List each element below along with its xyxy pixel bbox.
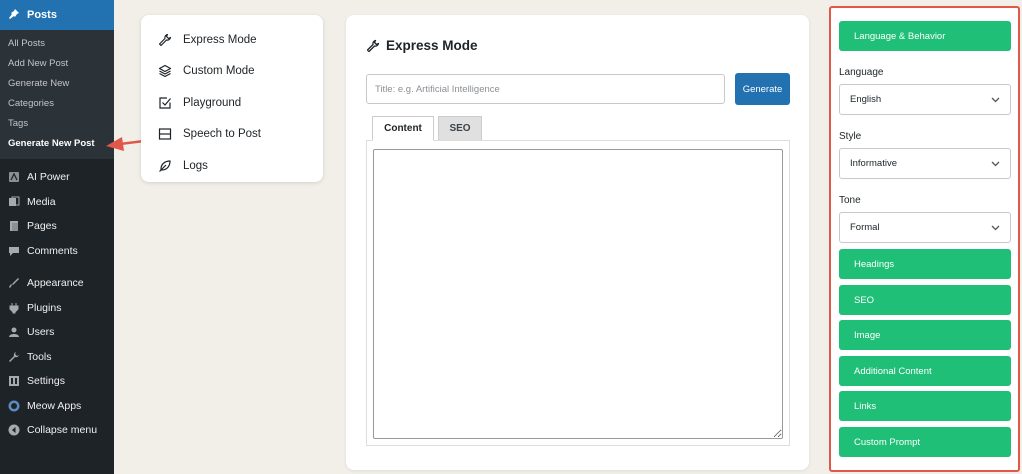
mode-custom[interactable]: Custom Mode	[141, 56, 323, 88]
meow-apps-icon	[7, 399, 21, 413]
content-textarea[interactable]	[373, 149, 783, 439]
sidebar-item-pages[interactable]: Pages	[0, 214, 114, 239]
custom-prompt-button[interactable]: Custom Prompt	[839, 427, 1011, 457]
style-label: Style	[839, 131, 862, 142]
headings-button[interactable]: Headings	[839, 249, 1011, 279]
wrench-icon	[157, 32, 173, 48]
sidebar-item-label: Appearance	[27, 277, 84, 290]
sidebar-item-plugins[interactable]: Plugins	[0, 296, 114, 321]
checkbox-icon	[157, 95, 173, 111]
submenu-categories[interactable]: Categories	[0, 94, 114, 114]
chevron-down-icon	[990, 159, 1000, 169]
media-icon	[7, 195, 21, 209]
submenu-add-new-post[interactable]: Add New Post	[0, 54, 114, 74]
collapse-menu-button[interactable]: Collapse menu	[0, 418, 114, 443]
sidebar-item-media[interactable]: Media	[0, 190, 114, 215]
sidebar-item-appearance[interactable]: Appearance	[0, 271, 114, 296]
sidebar-item-tools[interactable]: Tools	[0, 345, 114, 370]
comments-icon	[7, 244, 21, 258]
language-value: English	[850, 94, 882, 105]
language-select[interactable]: English	[839, 84, 1011, 115]
style-select[interactable]: Informative	[839, 148, 1011, 179]
ai-power-icon	[7, 170, 21, 184]
layers-icon	[157, 63, 173, 79]
sidebar-item-label: Settings	[27, 375, 65, 388]
sidebar-item-settings[interactable]: Settings	[0, 369, 114, 394]
title-input[interactable]	[366, 74, 725, 104]
mode-label: Express Mode	[183, 33, 257, 46]
mode-label: Playground	[183, 96, 242, 109]
submenu-tags[interactable]: Tags	[0, 114, 114, 134]
posts-submenu: All Posts Add New Post Generate New Cate…	[0, 30, 114, 159]
mode-menu: Express Mode Custom Mode Playground Spee…	[141, 15, 323, 182]
sidebar-item-comments[interactable]: Comments	[0, 239, 114, 264]
sidebar-item-label: AI Power	[27, 171, 70, 184]
sidebar-item-label: Plugins	[27, 301, 62, 314]
admin-sidebar: Posts All Posts Add New Post Generate Ne…	[0, 0, 114, 474]
submenu-all-posts[interactable]: All Posts	[0, 34, 114, 54]
mode-label: Logs	[183, 159, 208, 172]
sidebar-item-label: Users	[27, 326, 55, 339]
seo-button[interactable]: SEO	[839, 285, 1011, 315]
collapse-icon	[7, 423, 21, 437]
mode-speech-to-post[interactable]: Speech to Post	[141, 119, 323, 151]
mode-label: Custom Mode	[183, 65, 255, 78]
page-title-text: Express Mode	[386, 38, 478, 53]
tab-seo[interactable]: SEO	[438, 116, 482, 141]
wrench-icon	[366, 39, 380, 53]
mode-express[interactable]: Express Mode	[141, 24, 323, 56]
sidebar-item-posts[interactable]: Posts	[0, 0, 114, 30]
submenu-generate-new[interactable]: Generate New	[0, 74, 114, 94]
tab-content[interactable]: Content	[372, 116, 434, 141]
mode-playground[interactable]: Playground	[141, 87, 323, 119]
tone-value: Formal	[850, 222, 880, 233]
links-button[interactable]: Links	[839, 391, 1011, 421]
mode-logs[interactable]: Logs	[141, 150, 323, 182]
mode-label: Speech to Post	[183, 128, 261, 141]
users-icon	[7, 325, 21, 339]
plugins-icon	[7, 301, 21, 315]
chevron-down-icon	[990, 95, 1000, 105]
sidebar-menu: AI Power Media Pages Comments Appearance…	[0, 159, 114, 443]
speech-box-icon	[157, 126, 173, 142]
image-button[interactable]: Image	[839, 320, 1011, 350]
tools-icon	[7, 350, 21, 364]
settings-panel: Language & Behavior Language English Sty…	[829, 6, 1020, 472]
pin-icon	[7, 8, 21, 23]
generate-button[interactable]: Generate	[735, 73, 790, 105]
style-value: Informative	[850, 158, 897, 169]
sidebar-item-label: Posts	[27, 9, 57, 21]
sidebar-item-label: Pages	[27, 220, 57, 233]
feather-icon	[157, 158, 173, 174]
sidebar-item-meow-apps[interactable]: Meow Apps	[0, 394, 114, 419]
sidebar-item-users[interactable]: Users	[0, 320, 114, 345]
page-title: Express Mode	[366, 38, 478, 53]
sidebar-item-label: Comments	[27, 244, 78, 257]
appearance-icon	[7, 276, 21, 290]
sidebar-item-label: Collapse menu	[27, 424, 98, 437]
tone-select[interactable]: Formal	[839, 212, 1011, 243]
sidebar-item-ai-power[interactable]: AI Power	[0, 165, 114, 190]
pages-icon	[7, 219, 21, 233]
sidebar-item-label: Tools	[27, 350, 52, 363]
sidebar-item-label: Meow Apps	[27, 399, 82, 412]
settings-icon	[7, 374, 21, 388]
additional-content-button[interactable]: Additional Content	[839, 356, 1011, 386]
submenu-generate-new-post[interactable]: Generate New Post	[0, 134, 114, 154]
sidebar-item-label: Media	[27, 195, 56, 208]
language-label: Language	[839, 67, 884, 78]
express-mode-panel: Express Mode Generate Content SEO	[346, 15, 809, 470]
tone-label: Tone	[839, 195, 861, 206]
language-behavior-button[interactable]: Language & Behavior	[839, 21, 1011, 51]
chevron-down-icon	[990, 223, 1000, 233]
